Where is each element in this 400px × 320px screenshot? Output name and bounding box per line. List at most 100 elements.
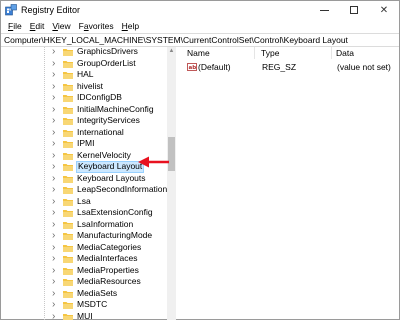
folder-icon [63, 164, 73, 171]
value-data: (value not set) [337, 62, 391, 72]
address-bar[interactable]: Computer\HKEY_LOCAL_MACHINE\SYSTEM\Curre… [1, 33, 399, 47]
folder-icon [63, 187, 73, 194]
folder-icon [63, 95, 73, 102]
tree-item[interactable]: › MSDTC [1, 299, 167, 311]
chevron-right-icon[interactable]: › [52, 196, 60, 207]
tree-item[interactable]: › GroupOrderList [1, 58, 167, 70]
chevron-right-icon[interactable]: › [52, 242, 60, 253]
chevron-right-icon[interactable]: › [52, 265, 60, 276]
registry-editor-icon [5, 4, 17, 16]
registry-tree: › GraphicsDrivers › GroupOrderList › HAL › hive… [1, 47, 169, 320]
menu-favorites[interactable]: Favorites [75, 21, 118, 31]
folder-icon [63, 210, 73, 217]
folder-icon [63, 83, 73, 91]
chevron-right-icon[interactable]: › [52, 69, 60, 80]
values-list: Name Type Data ab (Default) REG_SZ (valu… [177, 47, 399, 320]
folder-icon [63, 106, 73, 114]
chevron-right-icon[interactable]: › [52, 138, 60, 149]
menu-help[interactable]: Help [118, 21, 143, 31]
chevron-right-icon[interactable]: › [52, 115, 60, 126]
list-item[interactable]: ab (Default) REG_SZ (value not set) [177, 61, 399, 73]
chevron-right-icon[interactable]: › [52, 288, 60, 299]
tree-item[interactable]: › IntegrityServices [1, 115, 167, 127]
chevron-right-icon[interactable]: › [52, 173, 60, 184]
maximize-icon [350, 6, 358, 14]
tree-item[interactable]: › MUI [1, 311, 167, 320]
folder-icon [63, 175, 73, 183]
tree-item[interactable]: › MediaInterfaces [1, 253, 167, 265]
tree-item-label: MediaSets [77, 287, 118, 298]
tree-item-label: MediaProperties [77, 264, 139, 275]
close-button[interactable]: ✕ [369, 1, 399, 19]
tree-item-label: KernelVelocity [77, 149, 131, 160]
chevron-right-icon[interactable]: › [52, 161, 60, 172]
chevron-right-icon[interactable]: › [52, 150, 60, 161]
red-arrow-annotation [138, 156, 169, 168]
folder-icon [63, 72, 73, 79]
title-bar: Registry Editor ✕ [1, 1, 399, 19]
close-icon: ✕ [379, 4, 389, 16]
menu-view[interactable]: View [48, 21, 74, 31]
folder-icon [63, 118, 73, 125]
column-header-name[interactable]: Name [183, 47, 255, 59]
chevron-right-icon[interactable]: › [52, 253, 60, 264]
folder-icon [63, 152, 73, 160]
tree-item[interactable]: › LsaInformation [1, 219, 167, 231]
chevron-right-icon[interactable]: › [52, 219, 60, 230]
minimize-icon [319, 9, 329, 11]
chevron-right-icon[interactable]: › [52, 311, 60, 320]
registry-editor-window: Registry Editor ✕ File Edit View Favorit… [0, 0, 400, 320]
scroll-up-icon[interactable]: ▲ [167, 47, 176, 56]
tree-item[interactable]: › MediaResources [1, 276, 167, 288]
folder-icon [63, 290, 73, 298]
tree-item[interactable]: › International [1, 127, 167, 139]
column-header-data[interactable]: Data [332, 47, 399, 59]
menu-edit[interactable]: Edit [26, 21, 49, 31]
chevron-right-icon[interactable]: › [52, 47, 60, 57]
column-header-type[interactable]: Type [257, 47, 332, 59]
tree-scrollbar[interactable]: ▲ [167, 47, 176, 320]
tree-item[interactable]: › ManufacturingMode [1, 230, 167, 242]
folder-icon [63, 129, 73, 137]
tree-item[interactable]: › hivelist [1, 81, 167, 93]
list-header: Name Type Data [177, 47, 399, 59]
tree-item-label: Keyboard Layout [76, 161, 145, 173]
folder-icon [63, 233, 73, 240]
chevron-right-icon[interactable]: › [52, 127, 60, 138]
menu-file[interactable]: File [4, 21, 26, 31]
chevron-right-icon[interactable]: › [52, 104, 60, 115]
chevron-right-icon[interactable]: › [52, 184, 60, 195]
maximize-button[interactable] [339, 1, 369, 19]
tree-item-label: hivelist [77, 80, 103, 91]
tree-item[interactable]: › IDConfigDB [1, 92, 167, 104]
tree-item[interactable]: › MediaSets [1, 288, 167, 300]
chevron-right-icon[interactable]: › [52, 92, 60, 103]
folder-icon [63, 267, 73, 275]
tree-item-label: LeapSecondInformation [77, 184, 168, 194]
chevron-right-icon[interactable]: › [52, 299, 60, 310]
chevron-right-icon[interactable]: › [52, 81, 60, 92]
tree-item[interactable]: › Keyboard Layouts [1, 173, 167, 185]
minimize-button[interactable] [309, 1, 339, 19]
tree-item[interactable]: › MediaCategories [1, 242, 167, 254]
chevron-right-icon[interactable]: › [52, 276, 60, 287]
folder-icon [63, 221, 73, 229]
tree-item[interactable]: › HAL [1, 69, 167, 81]
folder-icon [63, 256, 73, 263]
tree-item[interactable]: › LsaExtensionConfig [1, 207, 167, 219]
tree-item[interactable]: › MediaProperties [1, 265, 167, 277]
folder-icon [63, 60, 73, 68]
tree-item-label: GroupOrderList [77, 57, 136, 68]
chevron-right-icon[interactable]: › [52, 58, 60, 69]
chevron-right-icon[interactable]: › [52, 207, 60, 218]
tree-item-label: International [77, 126, 124, 137]
tree-item[interactable]: › IPMI [1, 138, 167, 150]
tree-item[interactable]: › Lsa [1, 196, 167, 208]
svg-text:ab: ab [189, 65, 197, 71]
tree-item[interactable]: › LeapSecondInformation [1, 184, 167, 196]
chevron-right-icon[interactable]: › [52, 230, 60, 241]
tree-item[interactable]: › InitialMachineConfig [1, 104, 167, 116]
tree-item[interactable]: › GraphicsDrivers [1, 47, 167, 58]
folder-icon [63, 198, 73, 206]
folder-icon [63, 244, 73, 252]
